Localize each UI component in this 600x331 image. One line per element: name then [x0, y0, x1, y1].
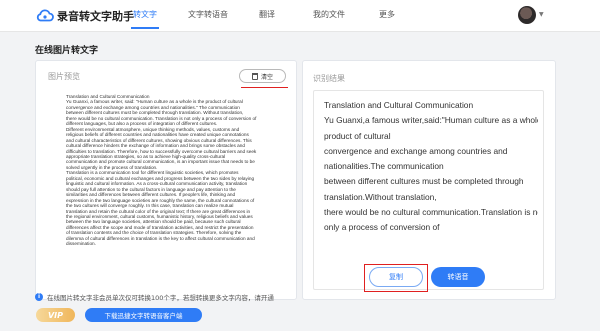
nav-item-text-to-speech[interactable]: 文字转语音	[188, 9, 228, 20]
result-line: convergence and exchange among countries…	[324, 145, 508, 156]
app-name: 录音转文字助手	[57, 10, 134, 23]
document-line: cultural difference hinders the exchange…	[66, 143, 245, 149]
nav-item-transcribe[interactable]: 转文字	[133, 9, 157, 20]
cloud-logo-icon	[36, 9, 54, 22]
recognition-result-label: 识别结果	[313, 74, 345, 83]
document-line: Translation is a communication tool for …	[66, 170, 239, 176]
document-line: similarities and differences between dif…	[66, 192, 236, 198]
info-icon: i	[35, 293, 43, 301]
document-line: between different cultures must be compl…	[66, 110, 244, 116]
member-notice-text: 在线图片转文字非会员单次仅可转换100个字，若想转换更多文字内容，请开通	[47, 294, 274, 302]
result-line: Yu Guanxi,a famous writer,said:"Human cu…	[324, 115, 538, 126]
document-line: linguistic and cultural information. As …	[66, 181, 248, 187]
nav-item-translate[interactable]: 翻译	[259, 9, 275, 20]
user-avatar[interactable]	[518, 6, 536, 24]
nav-item-more[interactable]: 更多	[379, 9, 395, 20]
chevron-down-icon[interactable]: ▼	[539, 11, 544, 18]
vip-button[interactable]: VIP	[36, 308, 75, 322]
top-bar: 录音转文字助手 转文字 文字转语音 翻译 我的文件 更多 ▼	[0, 0, 600, 32]
document-image-preview: Translation and Cultural Communication Yu…	[66, 94, 264, 296]
clear-button-label: 清空	[260, 73, 273, 81]
result-line: between different cultures must be compl…	[324, 176, 524, 187]
result-text: Translation and Cultural Communication Yu…	[324, 98, 538, 248]
result-line: there would be no cultural communication…	[324, 207, 538, 218]
to-speech-button[interactable]: 转语音	[431, 267, 485, 287]
clear-button[interactable]: 清空	[239, 69, 286, 83]
nav-item-my-files[interactable]: 我的文件	[313, 9, 345, 20]
result-text-area[interactable]: Translation and Cultural Communication Yu…	[313, 90, 544, 292]
page-title: 在线图片转文字	[35, 46, 99, 56]
recognition-result-panel: 识别结果 Translation and Cultural Communicat…	[302, 60, 556, 300]
copy-button[interactable]: 复制	[369, 267, 423, 287]
active-nav-indicator	[131, 27, 159, 29]
download-client-button[interactable]: 下载迅捷文字转语音客户端	[85, 308, 202, 322]
result-line: translation.Without translation,	[324, 191, 437, 202]
document-line: religious beliefs of different countries…	[66, 132, 249, 138]
result-line: nationalities.The communication	[324, 161, 444, 172]
clear-highlight-underline	[241, 87, 288, 88]
document-line: of translation contents and the choice o…	[66, 230, 242, 236]
trash-icon	[251, 72, 258, 80]
result-line: Translation and Cultural Communication	[324, 100, 474, 110]
result-line: only a process of conversion of	[324, 222, 440, 233]
member-notice: i 在线图片转文字非会员单次仅可转换100个字，若想转换更多文字内容，请开通	[35, 292, 274, 302]
document-line: dissemination.	[66, 241, 96, 247]
result-line: product of cultural	[324, 130, 391, 141]
image-preview-panel: 图片预览 清空 Translation and Cultural Communi…	[35, 60, 297, 300]
image-preview-label: 图片预览	[48, 72, 80, 81]
